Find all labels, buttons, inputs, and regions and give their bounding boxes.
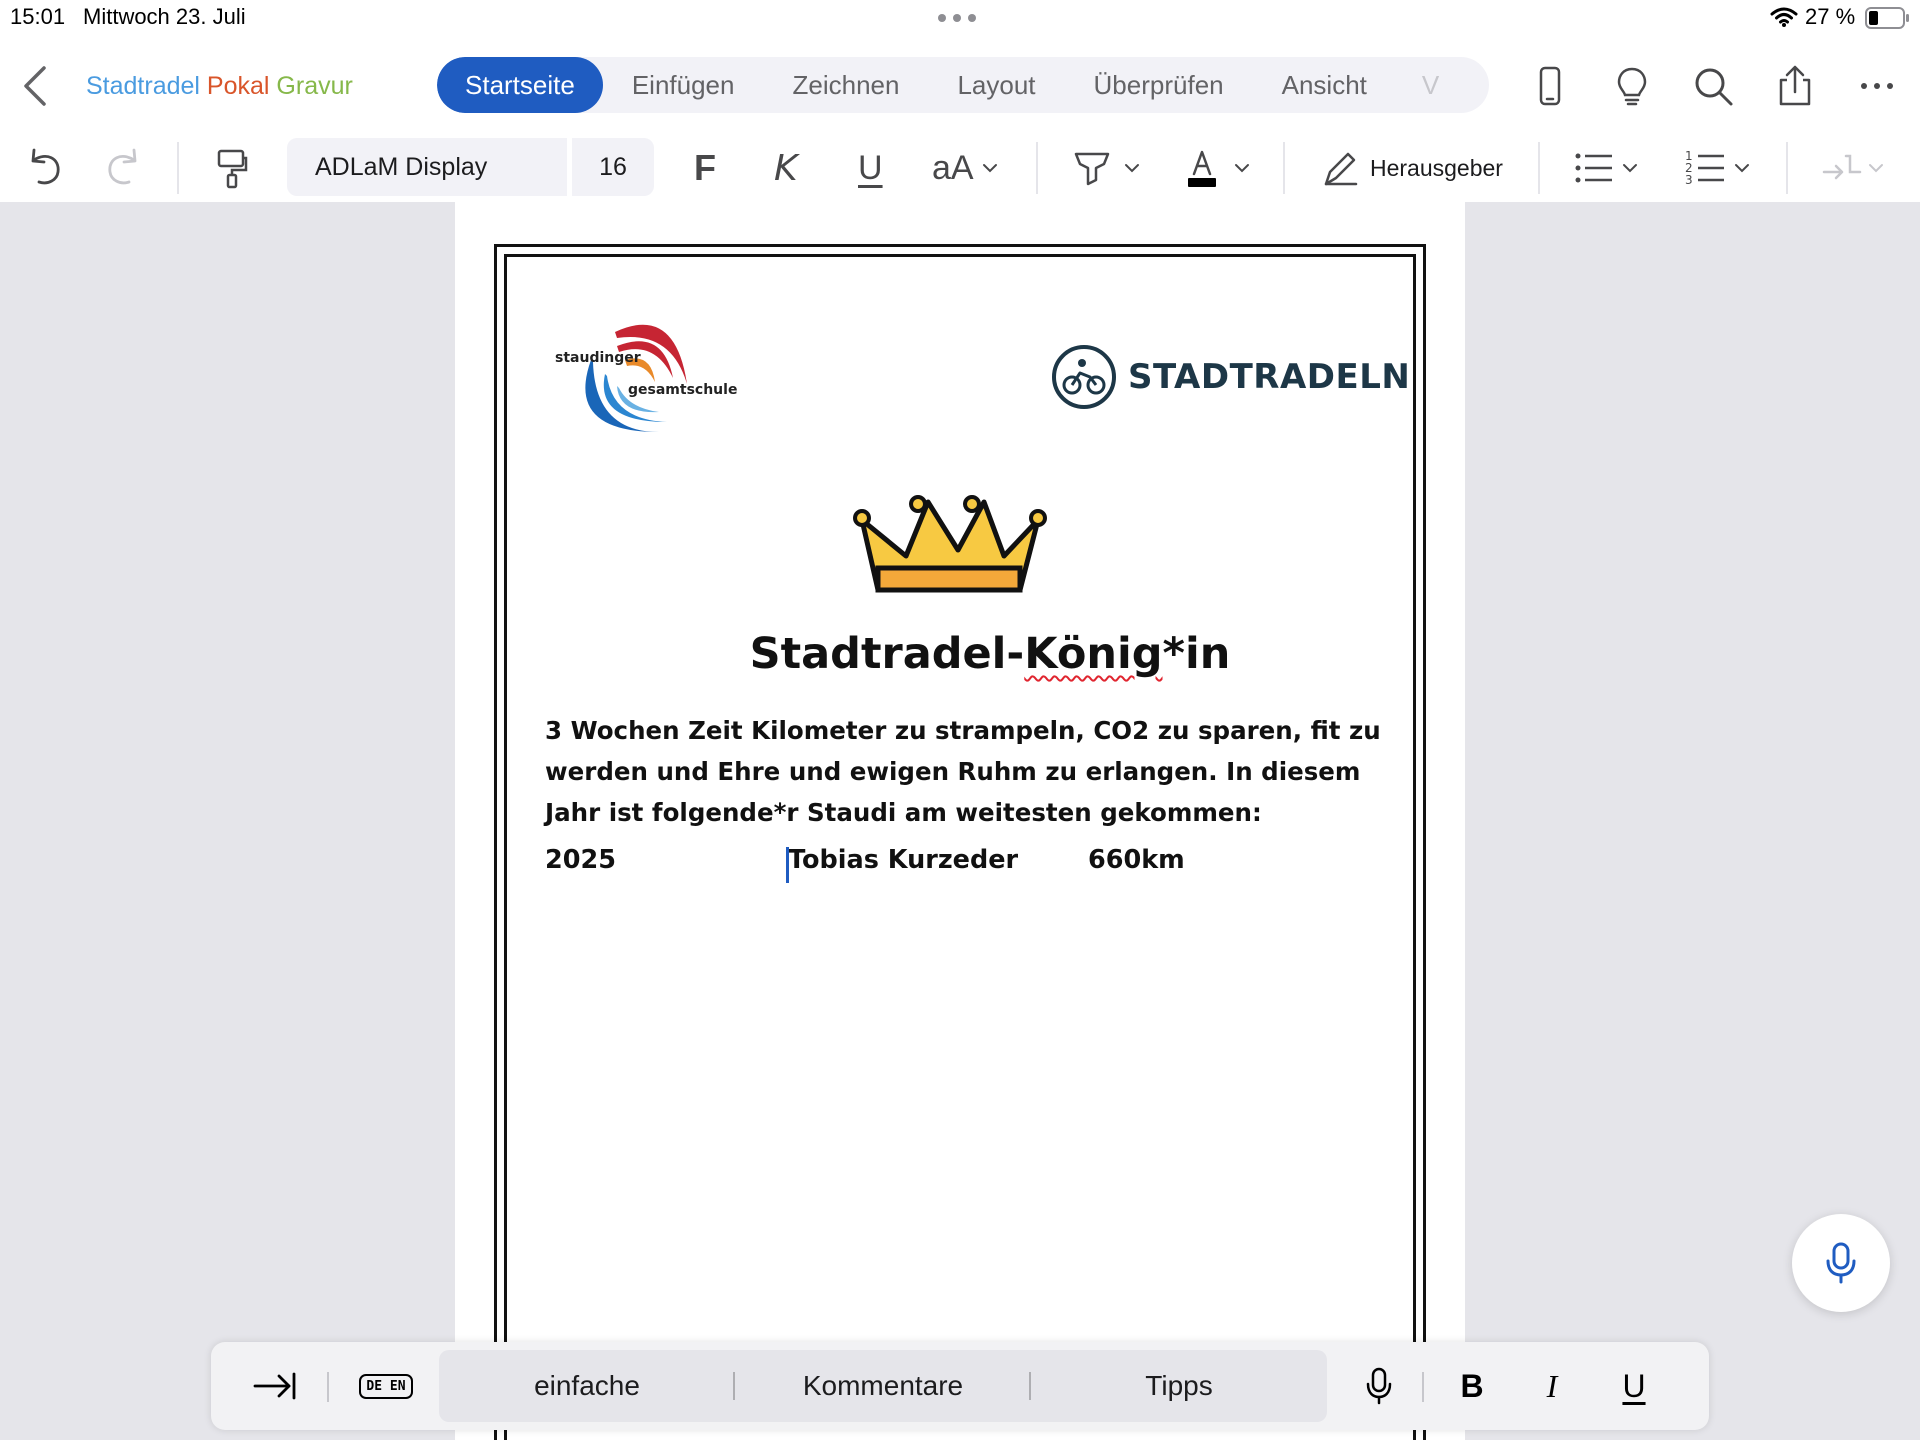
- italic-button[interactable]: K: [774, 144, 798, 192]
- highlight-button[interactable]: [1070, 144, 1142, 192]
- share-icon[interactable]: [1773, 64, 1817, 108]
- document-paragraph[interactable]: 3 Wochen Zeit Kilometer zu strampeln, CO…: [545, 710, 1385, 833]
- text-cursor: [786, 847, 789, 883]
- staudinger-gesamtschule-logo: staudinger gesamtschule: [555, 312, 737, 452]
- language-switch-button[interactable]: DE EN: [359, 1360, 413, 1412]
- svg-text:3: 3: [1685, 173, 1693, 187]
- status-date: Mittwoch 23. Juli: [83, 4, 246, 29]
- change-case-label: aA: [932, 148, 974, 187]
- suggestion-3[interactable]: Tipps: [1031, 1350, 1327, 1422]
- wifi-icon: [1770, 7, 1798, 27]
- dictate-button[interactable]: [1792, 1214, 1890, 1312]
- microphone-icon: [1366, 1367, 1392, 1405]
- tab-startseite[interactable]: Startseite: [437, 57, 603, 113]
- app-title-bar: Stadtradel Pokal Gravur Startseite Einfü…: [0, 34, 1920, 134]
- document-page[interactable]: staudinger gesamtschule STADTRADELN Stad…: [455, 202, 1465, 1440]
- mobile-view-icon[interactable]: [1528, 64, 1572, 108]
- multitasking-dots-icon[interactable]: [938, 14, 976, 22]
- heading-suffix: *in: [1162, 629, 1231, 679]
- indent-button[interactable]: [1820, 144, 1886, 192]
- keyboard-dictation-button[interactable]: [1357, 1360, 1401, 1412]
- tab-layout[interactable]: Layout: [928, 57, 1064, 113]
- format-painter-icon: [217, 149, 248, 189]
- microphone-icon: [1826, 1242, 1856, 1284]
- redo-icon: [108, 148, 137, 185]
- doc-title-word-1: Stadtradel: [86, 72, 200, 100]
- bicycle-circle-icon: [1052, 345, 1116, 409]
- font-name-field[interactable]: ADLaM Display: [287, 138, 567, 196]
- chevron-down-icon: [1235, 164, 1249, 173]
- doc-title-word-3: Gravur: [276, 72, 353, 100]
- stadtradeln-logo: STADTRADELN: [1050, 343, 1410, 411]
- bold-button[interactable]: F: [694, 144, 716, 192]
- font-color-button[interactable]: [1180, 144, 1252, 192]
- editor-button[interactable]: Herausgeber: [1318, 144, 1503, 192]
- bullet-list-icon: [1575, 153, 1612, 183]
- search-icon[interactable]: [1691, 64, 1735, 108]
- more-options-icon[interactable]: [1855, 64, 1899, 108]
- format-painter-button[interactable]: [210, 144, 254, 192]
- undo-button[interactable]: [22, 144, 66, 192]
- tab-zeichnen[interactable]: Zeichnen: [763, 57, 928, 113]
- keyboard-italic-button[interactable]: I: [1527, 1360, 1577, 1412]
- tab-ansicht[interactable]: Ansicht: [1253, 57, 1396, 113]
- font-size-field[interactable]: 16: [572, 138, 654, 196]
- editor-label: Herausgeber: [1370, 154, 1503, 181]
- formatting-ribbon: ADLaM Display 16 F K U aA Herausgeber 1 …: [0, 134, 1920, 202]
- suggestion-2[interactable]: Kommentare: [735, 1350, 1031, 1422]
- doc-title-word-2: Pokal: [206, 72, 270, 100]
- suggestion-strip: einfache Kommentare Tipps: [439, 1350, 1327, 1422]
- stadtradeln-wordmark: STADTRADELN: [1128, 357, 1411, 397]
- chevron-down-icon: [1869, 164, 1883, 173]
- crown-icon: [853, 495, 1047, 593]
- tab-ueberpruefen[interactable]: Überprüfen: [1065, 57, 1253, 113]
- keyboard-underline-button[interactable]: U: [1609, 1360, 1659, 1412]
- chevron-down-icon: [1125, 164, 1139, 173]
- redo-button[interactable]: [102, 144, 146, 192]
- heading-prefix: Stadtradel-: [749, 629, 1025, 679]
- status-time: 15:01: [10, 4, 66, 29]
- battery-percent: 27 %: [1805, 4, 1856, 29]
- language-switch-label: DE EN: [359, 1373, 413, 1399]
- heading-spellcheck-word[interactable]: König: [1024, 629, 1162, 679]
- indent-arrow-icon: [1822, 154, 1862, 180]
- tab-key-button[interactable]: [247, 1360, 303, 1412]
- tab-einfuegen[interactable]: Einfügen: [603, 57, 764, 113]
- entry-year[interactable]: 2025: [545, 845, 616, 875]
- underline-button[interactable]: U: [858, 144, 883, 192]
- chevron-down-icon: [982, 164, 997, 173]
- chevron-down-icon: [1735, 164, 1749, 173]
- numbered-list-button[interactable]: 1 2 3: [1684, 144, 1752, 192]
- tab-arrow-icon: [253, 1372, 296, 1400]
- undo-icon: [31, 148, 60, 185]
- tab-overflow[interactable]: V: [1396, 57, 1468, 113]
- document-heading[interactable]: Stadtradel-König*in: [455, 629, 1465, 679]
- ribbon-tabs: Startseite Einfügen Zeichnen Layout Über…: [437, 57, 1489, 113]
- chevron-down-icon: [1623, 164, 1637, 173]
- keyboard-bold-button[interactable]: B: [1447, 1360, 1497, 1412]
- suggestion-1[interactable]: einfache: [439, 1350, 735, 1422]
- back-chevron-icon[interactable]: [18, 64, 54, 108]
- status-bar: 15:01 Mittwoch 23. Juli 27 %: [0, 0, 1920, 34]
- battery-icon: [1865, 7, 1909, 29]
- highlighter-icon: [1074, 152, 1110, 186]
- font-color-icon: [1188, 150, 1216, 187]
- lightbulb-icon[interactable]: [1610, 64, 1654, 108]
- pen-sparkle-icon: [1324, 152, 1358, 186]
- entry-name[interactable]: Tobias Kurzeder: [788, 845, 1018, 875]
- numbered-list-icon: 1 2 3: [1685, 149, 1724, 187]
- change-case-button[interactable]: aA: [932, 144, 1000, 192]
- entry-distance[interactable]: 660km: [1088, 845, 1185, 875]
- logo-text-staudinger: staudinger: [555, 350, 641, 366]
- logo-text-gesamtschule: gesamtschule: [628, 382, 738, 398]
- document-title[interactable]: Stadtradel Pokal Gravur: [86, 72, 353, 101]
- bullet-list-button[interactable]: [1572, 144, 1640, 192]
- keyboard-shortcut-bar: DE EN einfache Kommentare Tipps B I U: [211, 1342, 1709, 1430]
